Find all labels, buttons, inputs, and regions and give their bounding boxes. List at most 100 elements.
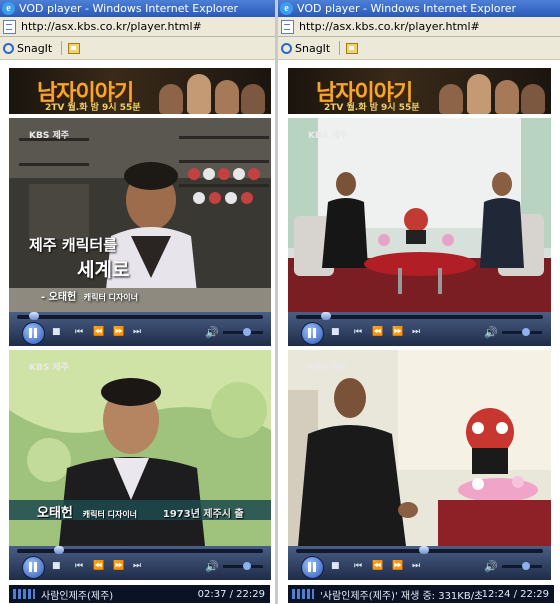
page-icon	[3, 19, 16, 34]
title-bar[interactable]: e VOD player - Windows Internet Explorer	[0, 0, 275, 17]
volume-icon[interactable]: 🔊	[205, 326, 219, 339]
status-text: 사람인제주(제주)	[41, 590, 114, 602]
video-frame[interactable]: KBS 제주	[288, 118, 551, 312]
volume-thumb[interactable]	[243, 562, 251, 570]
next-icon[interactable]: ⏭	[133, 327, 141, 337]
browser-window-right: e VOD player - Windows Internet Explorer…	[278, 0, 560, 604]
fast-forward-icon[interactable]: ⏩	[392, 561, 403, 571]
address-bar[interactable]: http://asx.kbs.co.kr/player.html#	[0, 17, 275, 37]
player-status-bar: 사람인제주(제주) 02:37 / 22:29	[9, 585, 270, 603]
seek-bar[interactable]	[17, 312, 263, 320]
seek-thumb[interactable]	[419, 546, 430, 554]
address-url[interactable]: http://asx.kbs.co.kr/player.html#	[299, 20, 480, 33]
rewind-icon[interactable]: ⏪	[93, 327, 104, 337]
fast-forward-icon[interactable]: ⏩	[392, 327, 403, 337]
seek-thumb[interactable]	[29, 312, 40, 320]
fast-forward-icon[interactable]: ⏩	[113, 561, 124, 571]
rewind-icon[interactable]: ⏪	[93, 561, 104, 571]
banner-cast-photo	[155, 70, 265, 114]
banner-cast-photo	[435, 70, 545, 114]
video-frame[interactable]: KBS 제주 제주 캐릭터를 세계로 - 오태헌 캐릭터 디자이너	[9, 118, 271, 312]
channel-logo: KBS 제주	[29, 363, 70, 373]
toolbar-separator	[339, 41, 341, 55]
player-controls: ■ ⏮ ⏪ ⏩ ⏭ 🔊	[288, 312, 551, 346]
volume-thumb[interactable]	[522, 562, 530, 570]
caption-extra: 1973년 제주시 출	[162, 509, 244, 520]
volume-thumb[interactable]	[522, 328, 530, 336]
title-bar[interactable]: e VOD player - Windows Internet Explorer	[278, 0, 560, 17]
seek-bar[interactable]	[296, 312, 543, 320]
seek-thumb[interactable]	[53, 546, 64, 554]
snagit-toolbar: SnagIt	[0, 37, 275, 60]
capture-window-icon[interactable]	[68, 42, 81, 54]
previous-icon[interactable]: ⏮	[75, 561, 83, 571]
playback-time: 02:37 / 22:29	[197, 588, 265, 600]
snagit-button[interactable]: SnagIt	[295, 42, 330, 55]
media-status-icon	[13, 589, 35, 599]
snagit-icon[interactable]	[3, 42, 14, 54]
banner-subtitle: 2TV 월.화 밤 9시 55분	[324, 103, 420, 113]
stop-icon[interactable]: ■	[331, 561, 340, 571]
caption-line-2: 세계로	[77, 259, 130, 281]
video-caption: 오태헌 캐릭터 디자이너 1973년 제주시 출	[37, 502, 244, 521]
next-icon[interactable]: ⏭	[133, 561, 141, 571]
seek-thumb[interactable]	[320, 312, 331, 320]
player-controls: ■ ⏮ ⏪ ⏩ ⏭ 🔊	[9, 312, 271, 346]
stop-icon[interactable]: ■	[52, 327, 61, 337]
pause-button[interactable]	[22, 556, 45, 579]
internet-explorer-icon: e	[280, 2, 293, 15]
stop-icon[interactable]: ■	[331, 327, 340, 337]
video-scene	[288, 350, 551, 546]
seek-bar[interactable]	[296, 546, 543, 554]
video-frame[interactable]: KBS 제주 오태헌 캐릭터 디자이너 1973년 제주시 출	[9, 350, 271, 546]
volume-thumb[interactable]	[243, 328, 251, 336]
previous-icon[interactable]: ⏮	[354, 561, 362, 571]
volume-icon[interactable]: 🔊	[484, 560, 498, 573]
previous-icon[interactable]: ⏮	[354, 327, 362, 337]
volume-slider[interactable]	[502, 562, 542, 570]
volume-slider[interactable]	[223, 328, 263, 336]
internet-explorer-icon: e	[2, 2, 15, 15]
previous-icon[interactable]: ⏮	[75, 327, 83, 337]
caption-credit: - 오태헌 캐릭터 디자이너	[41, 288, 138, 303]
volume-icon[interactable]: 🔊	[484, 326, 498, 339]
next-icon[interactable]: ⏭	[412, 327, 420, 337]
toolbar-separator	[61, 41, 63, 55]
player-controls: ■ ⏮ ⏪ ⏩ ⏭ 🔊	[9, 546, 271, 580]
banner-subtitle: 2TV 월.화 밤 9시 55분	[45, 103, 141, 113]
pause-button[interactable]	[301, 556, 324, 579]
page-content: 남자이야기 2TV 월.화 밤 9시 55분	[278, 60, 560, 604]
caption-role: 캐릭터 디자이너	[83, 293, 139, 302]
browser-window-left: e VOD player - Windows Internet Explorer…	[0, 0, 275, 604]
next-icon[interactable]: ⏭	[412, 561, 420, 571]
channel-logo: KBS 제주	[308, 131, 349, 141]
status-text: '사람인제주(제주)' 재생 중: 331KB/초	[320, 590, 482, 602]
snagit-button[interactable]: SnagIt	[17, 42, 52, 55]
channel-logo: KBS 제주	[308, 363, 349, 373]
volume-slider[interactable]	[223, 562, 263, 570]
playback-time: 12:24 / 22:29	[481, 588, 549, 600]
media-status-icon	[292, 589, 314, 599]
rewind-icon[interactable]: ⏪	[372, 561, 383, 571]
drama-banner[interactable]: 남자이야기 2TV 월.화 밤 9시 55분	[288, 68, 551, 114]
caption-name: - 오태헌	[41, 292, 77, 303]
snagit-toolbar: SnagIt	[278, 37, 560, 60]
snagit-icon[interactable]	[281, 42, 292, 54]
video-scene	[288, 118, 551, 312]
rewind-icon[interactable]: ⏪	[372, 327, 383, 337]
address-url[interactable]: http://asx.kbs.co.kr/player.html#	[21, 20, 202, 33]
pause-button[interactable]	[22, 322, 45, 345]
page-icon	[281, 19, 294, 34]
capture-window-icon[interactable]	[346, 42, 359, 54]
seek-bar[interactable]	[17, 546, 263, 554]
address-bar[interactable]: http://asx.kbs.co.kr/player.html#	[278, 17, 560, 37]
player-status-bar: '사람인제주(제주)' 재생 중: 331KB/초 12:24 / 22:29	[288, 585, 554, 603]
fast-forward-icon[interactable]: ⏩	[113, 327, 124, 337]
volume-icon[interactable]: 🔊	[205, 560, 219, 573]
video-frame[interactable]: KBS 제주	[288, 350, 551, 546]
channel-logo: KBS 제주	[29, 131, 70, 141]
drama-banner[interactable]: 남자이야기 2TV 월.화 밤 9시 55분	[9, 68, 271, 114]
pause-button[interactable]	[301, 322, 324, 345]
volume-slider[interactable]	[502, 328, 542, 336]
stop-icon[interactable]: ■	[52, 561, 61, 571]
